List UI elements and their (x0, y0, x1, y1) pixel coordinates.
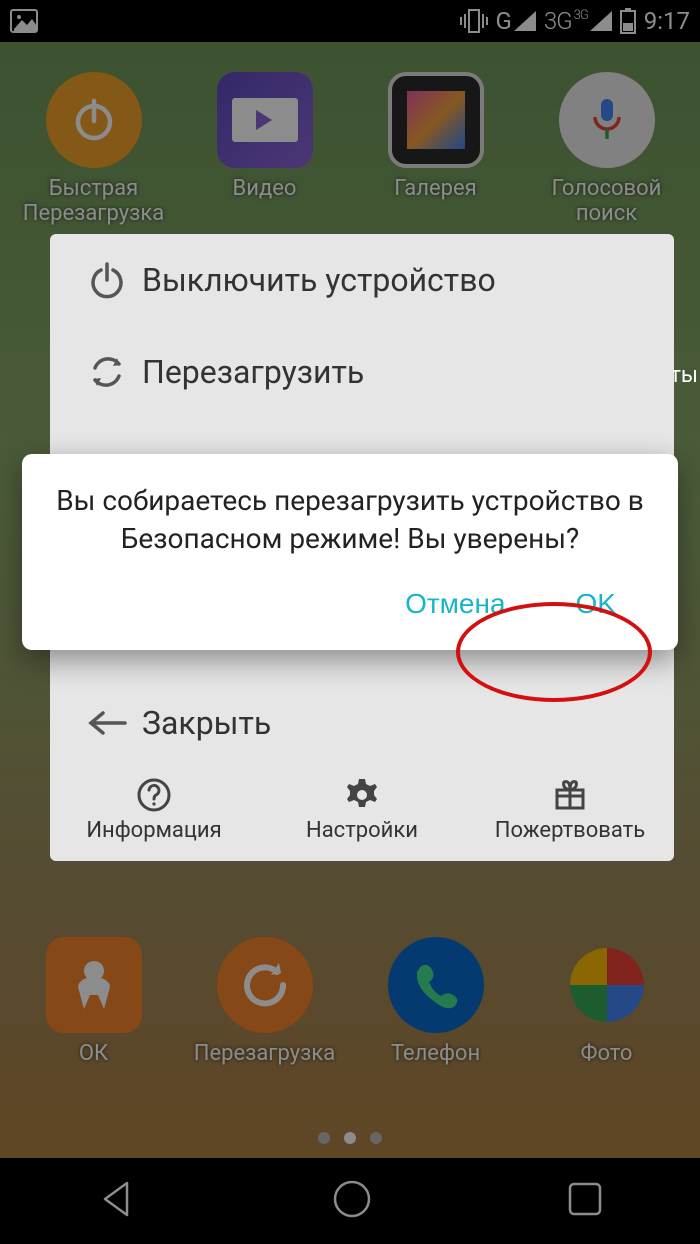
refresh-icon (87, 352, 127, 392)
power-off-label: Выключить устройство (142, 261, 652, 299)
settings-button[interactable]: Настройки (259, 776, 465, 843)
close-item[interactable]: Закрыть (50, 678, 674, 768)
dialog-message: Вы собираетесь перезагрузить устройство … (44, 482, 656, 578)
power-off-item[interactable]: Выключить устройство (50, 234, 674, 326)
settings-label: Настройки (306, 818, 418, 843)
reboot-item[interactable]: Перезагрузить (50, 326, 674, 418)
donate-button[interactable]: Пожертвовать (467, 776, 673, 843)
info-button[interactable]: Информация (51, 776, 257, 843)
help-icon (135, 776, 173, 814)
gift-icon (551, 776, 589, 814)
info-label: Информация (86, 818, 221, 843)
cancel-button[interactable]: Отмена (405, 588, 505, 620)
partial-label: ты (670, 363, 698, 388)
arrow-left-icon (85, 709, 129, 737)
donate-label: Пожертвовать (495, 818, 645, 843)
confirm-dialog: Вы собираетесь перезагрузить устройство … (22, 454, 678, 650)
ok-button[interactable]: OK (576, 588, 616, 620)
close-label: Закрыть (142, 704, 652, 742)
power-icon (87, 260, 127, 300)
gear-icon (343, 776, 381, 814)
reboot-label: Перезагрузить (142, 353, 652, 391)
